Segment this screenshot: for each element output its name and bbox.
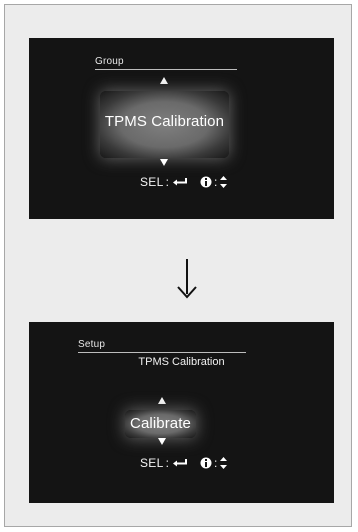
info-icon — [200, 176, 212, 188]
up-down-icon — [220, 457, 228, 469]
select-hint-label: SEL — [140, 456, 164, 470]
multi-info-display-bottom: Setup TPMS Calibration Calibrate SEL :: — [29, 322, 334, 503]
screen-header-label: Group — [95, 56, 124, 67]
selected-item-highlight[interactable]: Calibrate — [125, 410, 196, 438]
screen-subtitle: TPMS Calibration — [138, 356, 225, 368]
select-hint-colon: : — [165, 175, 169, 189]
selected-item-highlight[interactable]: TPMS Calibration — [100, 91, 229, 158]
control-hints: SEL : : — [140, 175, 228, 189]
screen-header-label: Setup — [78, 339, 106, 350]
scroll-down-arrow-icon — [158, 438, 166, 445]
instruction-panel: Group TPMS Calibration SEL :: Setup TPM… — [4, 4, 352, 527]
header-divider — [95, 69, 237, 70]
multi-info-display-top: Group TPMS Calibration SEL :: — [29, 38, 334, 219]
scroll-up-arrow-icon — [160, 77, 168, 84]
info-hint-colon: : — [213, 175, 218, 189]
select-hint-label: SEL — [140, 175, 164, 189]
control-hints: SEL : : — [140, 456, 228, 470]
scroll-up-arrow-icon — [158, 397, 166, 404]
select-hint-colon: : — [165, 456, 169, 470]
selected-item-label: Calibrate — [130, 415, 191, 432]
selected-item-label: TPMS Calibration — [104, 113, 225, 130]
arrow-down-icon — [177, 259, 197, 299]
up-down-icon — [220, 176, 228, 188]
enter-icon — [172, 177, 188, 187]
header-divider — [78, 352, 246, 353]
scroll-down-arrow-icon — [160, 159, 168, 166]
info-icon — [200, 457, 212, 469]
enter-icon — [172, 458, 188, 468]
info-hint-colon: : — [213, 456, 218, 470]
